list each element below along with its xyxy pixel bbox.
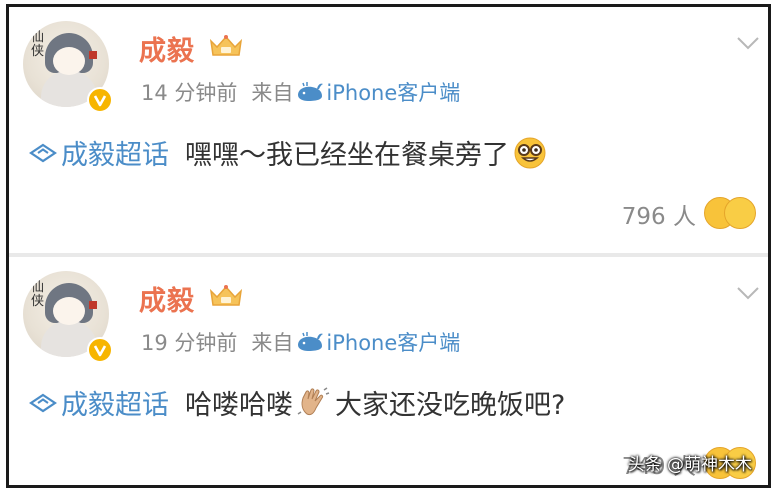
supertopic-link[interactable]: 成毅超话 <box>61 383 169 422</box>
waving-hand-emoji-icon <box>297 386 330 415</box>
verified-badge-icon <box>87 337 113 363</box>
whale-icon <box>298 332 324 351</box>
post-meta: 19 分钟前 来自 iPhone客户端 <box>141 327 460 357</box>
watermark: 头条 @萌神木木 <box>627 455 752 475</box>
vip-crown-icon <box>209 35 243 56</box>
source-prefix: 来自 <box>251 81 294 105</box>
author-name[interactable]: 成毅 <box>139 279 195 318</box>
nerd-face-emoji-icon <box>514 137 546 168</box>
post-card: 仙侠 成毅 14 分钟前 来自 iPhone客户端 成毅超话 嘿嘿～我已经坐在餐… <box>9 7 768 255</box>
device-link[interactable]: iPhone客户端 <box>326 77 460 107</box>
post-text-end: 大家还没吃晚饭吧? <box>335 390 566 421</box>
chevron-down-icon[interactable] <box>736 35 760 51</box>
post-time: 19 分钟前 <box>141 331 238 355</box>
chevron-down-icon[interactable] <box>736 285 760 301</box>
post-content: 成毅超话 哈喽哈喽 大家还没吃晚饭吧? <box>29 383 565 422</box>
supertopic-icon <box>29 143 57 162</box>
verified-badge-icon <box>87 87 113 113</box>
vip-crown-icon <box>209 285 243 306</box>
reaction-emojis <box>704 197 756 231</box>
likes-count: 796 人 <box>621 204 696 230</box>
likes-summary[interactable]: 796 人 <box>622 197 756 231</box>
supertopic-link[interactable]: 成毅超话 <box>61 133 169 172</box>
device-link[interactable]: iPhone客户端 <box>326 327 460 357</box>
source-prefix: 来自 <box>251 331 294 355</box>
author-name[interactable]: 成毅 <box>139 29 195 68</box>
grinning-emoji-icon <box>724 197 756 229</box>
post-text: 嘿嘿～我已经坐在餐桌旁了 <box>185 140 509 171</box>
supertopic-icon <box>29 393 57 412</box>
post-content: 成毅超话 嘿嘿～我已经坐在餐桌旁了 <box>29 133 547 172</box>
post-time: 14 分钟前 <box>141 81 238 105</box>
weibo-screenshot: 仙侠 成毅 14 分钟前 来自 iPhone客户端 成毅超话 嘿嘿～我已经坐在餐… <box>6 4 771 488</box>
post-meta: 14 分钟前 来自 iPhone客户端 <box>141 77 460 107</box>
post-text-start: 哈喽哈喽 <box>185 390 293 421</box>
whale-icon <box>298 82 324 101</box>
